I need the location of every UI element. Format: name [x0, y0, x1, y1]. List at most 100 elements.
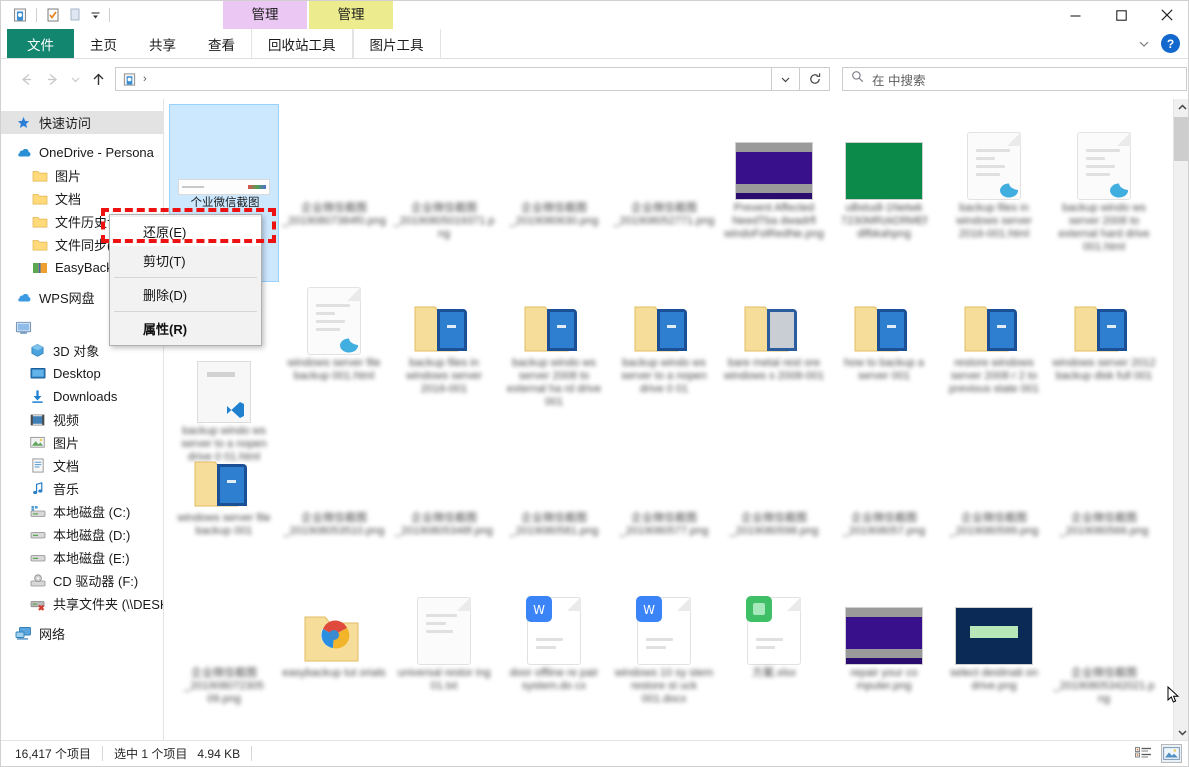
context-menu-item-restore[interactable]: 还原(E)	[110, 217, 261, 246]
file-item[interactable]: 企业微信截图_20190807384f0.png	[279, 104, 389, 228]
file-item[interactable]: windows server 2012 backup disk full 001	[1049, 259, 1159, 383]
file-item[interactable]: backup files in windows server 2016-001.…	[939, 104, 1049, 241]
chevron-down-icon[interactable]	[1133, 33, 1155, 55]
file-item[interactable]: 企业微信截图_20190805019371.png	[389, 104, 499, 241]
image-thumbnail-blank	[524, 436, 584, 510]
file-item[interactable]: windows server file backup 001	[169, 414, 279, 538]
file-item[interactable]: backup files in windows server 2016-001	[389, 259, 499, 396]
address-dropdown-button[interactable]	[772, 67, 800, 91]
sidebar-item-shared-folder[interactable]: 共享文件夹 (\\DESK	[1, 592, 163, 615]
up-icon[interactable]	[85, 66, 111, 92]
large-icons-view-button[interactable]	[1161, 744, 1182, 763]
folder-icon	[31, 236, 48, 253]
file-item[interactable]: 企业微信截图_201908052771.png	[609, 104, 719, 228]
file-caption: 企业微信截图_201908057.png	[829, 512, 939, 538]
file-caption: backup files in windows server 2016-001	[389, 357, 499, 396]
tab-home[interactable]: 主页	[74, 29, 133, 58]
videos-icon	[29, 411, 46, 428]
sidebar-item-music[interactable]: 音乐	[1, 477, 163, 500]
sidebar-item-videos[interactable]: 视频	[1, 408, 163, 431]
search-box[interactable]: 在 中搜索	[842, 67, 1187, 91]
help-button[interactable]: ?	[1161, 34, 1180, 53]
file-item[interactable]: 企业微信截图_2019080566.png	[1049, 414, 1159, 538]
customize-caret-icon[interactable]	[86, 4, 104, 26]
html-document-icon	[1077, 132, 1131, 200]
file-item[interactable]: 企业微信截图_201908072305 09.png	[169, 569, 279, 706]
file-item[interactable]: 企业微信截图_2019080577.png	[609, 414, 719, 538]
sidebar-item-network[interactable]: 网络	[1, 622, 163, 645]
file-caption: bare metal rest ore windows s 2008-001	[719, 357, 829, 383]
file-item[interactable]: 企业微信截图_20190805348f.png	[389, 414, 499, 538]
sidebar-item-pictures[interactable]: 图片	[1, 431, 163, 454]
file-item[interactable]: 企业微信截图_201908057.png	[829, 414, 939, 538]
file-item[interactable]: Wdoor offline re pair system.do cx	[499, 569, 609, 693]
file-item[interactable]: universal restor ing 01.txt	[389, 569, 499, 693]
sidebar-item-drive-d[interactable]: 本地磁盘 (D:)	[1, 523, 163, 546]
file-item[interactable]: windows server file backup 001.html	[279, 259, 389, 383]
file-item[interactable]: 方案.xlsx	[719, 569, 829, 680]
file-list-pane[interactable]: 个业微信截图 70 backup windo ws server to a no…	[164, 99, 1189, 741]
sidebar-item-drive-e[interactable]: 本地磁盘 (E:)	[1, 546, 163, 569]
file-item[interactable]: how to backup a server 001	[829, 259, 939, 383]
recent-locations-icon[interactable]	[65, 66, 85, 92]
tab-share[interactable]: 共享	[133, 29, 192, 58]
file-item[interactable]: select destinati on drive.png	[939, 569, 1049, 693]
file-item[interactable]: repair your co mputer.png	[829, 569, 939, 693]
tab-view[interactable]: 查看	[192, 29, 251, 58]
wps-word-document-icon: W	[527, 597, 581, 665]
context-menu[interactable]: 还原(E) 剪切(T) 删除(D) 属性(R)	[109, 214, 262, 346]
file-item[interactable]: easybackup tut orials	[279, 569, 389, 680]
details-view-button[interactable]	[1133, 744, 1154, 763]
context-menu-item-cut[interactable]: 剪切(T)	[110, 246, 261, 275]
file-item[interactable]: Prevent Affected NeedTba dwadrfl windoFo…	[719, 104, 829, 241]
file-item[interactable]: 企业微信截图_20190805342021.png	[1049, 569, 1159, 706]
file-item[interactable]: uBstudl-1Netwk 7230MRzkDfIMEf dlfbkahpng	[829, 104, 939, 241]
recycle-bin-icon[interactable]	[9, 4, 31, 26]
properties-icon[interactable]	[42, 4, 64, 26]
file-item[interactable]: 企业微信截图_2019080599.png	[939, 414, 1049, 538]
file-item[interactable]: backup windo ws server 2008 to external …	[1049, 104, 1159, 254]
context-menu-item-properties[interactable]: 属性(R)	[110, 314, 261, 343]
file-item[interactable]: 企业微信截图_2019080630.png	[499, 104, 609, 228]
context-menu-item-delete[interactable]: 删除(D)	[110, 280, 261, 309]
minimize-button[interactable]	[1052, 1, 1098, 29]
back-icon[interactable]	[13, 66, 39, 92]
tab-file[interactable]: 文件	[7, 29, 74, 58]
sidebar-item-drive-c[interactable]: 本地磁盘 (C:)	[1, 500, 163, 523]
sidebar-item-quick-access[interactable]: 快速访问	[1, 111, 163, 134]
file-thumbnail	[939, 414, 1049, 510]
tab-recycle-bin-tools[interactable]: 回收站工具	[251, 29, 353, 58]
sidebar-label: 网络	[39, 624, 65, 643]
file-item[interactable]: backup windo ws server to a nopen drive …	[609, 259, 719, 396]
file-caption: backup windo ws server 2008 to external …	[499, 357, 609, 409]
forward-icon[interactable]	[39, 66, 65, 92]
sidebar-item-onedrive-documents[interactable]: 文档	[1, 187, 163, 210]
file-caption: windows server file backup 001	[169, 512, 279, 538]
maximize-button[interactable]	[1098, 1, 1144, 29]
scrollbar-thumb[interactable]	[1174, 117, 1189, 161]
refresh-button[interactable]	[800, 67, 830, 91]
sidebar-item-downloads[interactable]: Downloads	[1, 385, 163, 408]
sidebar-item-onedrive[interactable]: OneDrive - Persona	[1, 141, 163, 164]
file-item[interactable]: 企业微信截图_2019080581.png	[499, 414, 609, 538]
sidebar-item-documents[interactable]: 文档	[1, 454, 163, 477]
file-item[interactable]: 企业微信截图_201908053510.png	[279, 414, 389, 538]
address-bar[interactable]: ›	[115, 67, 772, 91]
sidebar-item-onedrive-pictures[interactable]: 图片	[1, 164, 163, 187]
file-item[interactable]: bare metal rest ore windows s 2008-001	[719, 259, 829, 383]
close-button[interactable]	[1144, 1, 1189, 29]
search-input[interactable]: 在 中搜索	[872, 70, 925, 89]
file-grid: 企业微信截图_20190807384f0.png企业微信截图_201908050…	[164, 99, 1174, 741]
scroll-up-icon[interactable]	[1174, 99, 1189, 116]
tab-picture-tools[interactable]: 图片工具	[353, 29, 441, 58]
scroll-down-icon[interactable]	[1174, 724, 1189, 741]
vertical-scrollbar[interactable]	[1173, 99, 1189, 741]
file-item[interactable]: backup windo ws server 2008 to external …	[499, 259, 609, 409]
paste-icon[interactable]	[64, 4, 86, 26]
sidebar-item-cd-drive[interactable]: CD 驱动器 (F:)	[1, 569, 163, 592]
file-item[interactable]: 企业微信截图_2019080598.png	[719, 414, 829, 538]
file-item[interactable]: Wwindows 10 sy stem restore st uck 001.d…	[609, 569, 719, 706]
sidebar-item-desktop[interactable]: Desktop	[1, 362, 163, 385]
file-item[interactable]: restore windows server 2008 r 2 to previ…	[939, 259, 1049, 396]
breadcrumb-separator[interactable]: ›	[143, 73, 147, 85]
